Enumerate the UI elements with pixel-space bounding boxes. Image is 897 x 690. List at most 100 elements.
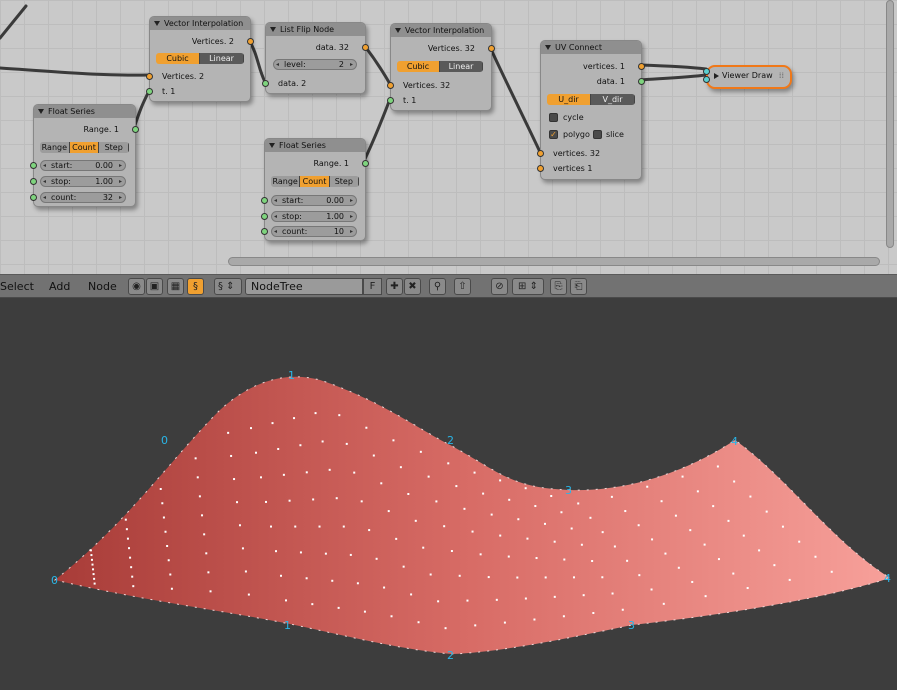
paste-nodes-icon[interactable]: ⎗ bbox=[570, 278, 587, 295]
input-socket-vertices[interactable] bbox=[387, 82, 394, 89]
snap-icon[interactable]: ⊘ bbox=[491, 278, 508, 295]
menu-node[interactable]: Node bbox=[88, 280, 117, 293]
arrow-left-icon[interactable]: ◂ bbox=[274, 227, 277, 236]
collapse-triangle-icon[interactable] bbox=[269, 143, 275, 148]
input-socket-data[interactable] bbox=[262, 80, 269, 87]
u-dir-button[interactable]: U_dir bbox=[547, 94, 591, 105]
node-float-series-2[interactable]: Float Series Range. 1 Range Count Step ◂… bbox=[261, 138, 369, 241]
node-header[interactable]: Vector Interpolation bbox=[391, 24, 491, 37]
arrow-right-icon[interactable]: ▸ bbox=[119, 161, 122, 170]
mode-linear-button[interactable]: Linear bbox=[200, 53, 244, 64]
output-socket-vertices[interactable] bbox=[638, 63, 645, 70]
arrow-left-icon[interactable]: ◂ bbox=[43, 193, 46, 202]
vertical-scrollbar[interactable] bbox=[886, 0, 894, 248]
menu-add[interactable]: Add bbox=[49, 280, 70, 293]
input-socket-stop[interactable] bbox=[30, 178, 37, 185]
node-vector-interpolation-1[interactable]: Vector Interpolation Vertices. 2 Cubic L… bbox=[146, 16, 254, 102]
tree-name-field[interactable]: NodeTree bbox=[245, 278, 363, 295]
node-header[interactable]: List Flip Node bbox=[266, 23, 365, 36]
start-field[interactable]: ◂ start: 0.00 ▸ bbox=[271, 195, 357, 206]
mode-cubic-button[interactable]: Cubic bbox=[397, 61, 440, 72]
unlink-tree-icon[interactable]: ✖ bbox=[404, 278, 421, 295]
input-socket-count[interactable] bbox=[30, 194, 37, 201]
arrow-right-icon[interactable]: ▸ bbox=[119, 177, 122, 186]
input-socket-start[interactable] bbox=[30, 162, 37, 169]
arrow-left-icon[interactable]: ◂ bbox=[276, 60, 279, 69]
mode-cubic-button[interactable]: Cubic bbox=[156, 53, 200, 64]
arrow-right-icon[interactable]: ▸ bbox=[350, 227, 353, 236]
count-field[interactable]: ◂ count: 10 ▸ bbox=[271, 226, 357, 237]
input-socket-vertices[interactable] bbox=[537, 165, 544, 172]
arrow-left-icon[interactable]: ◂ bbox=[43, 177, 46, 186]
input-socket-vertices[interactable] bbox=[537, 150, 544, 157]
count-field[interactable]: ◂ count: 32 ▸ bbox=[40, 192, 126, 203]
texture-tree-icon[interactable]: ▦ bbox=[167, 278, 184, 295]
collapse-triangle-icon[interactable] bbox=[395, 28, 401, 33]
series-mode-toggle[interactable]: Range Count Step bbox=[40, 142, 129, 153]
collapse-triangle-icon[interactable] bbox=[270, 27, 276, 32]
mode-count-button[interactable]: Count bbox=[69, 142, 100, 153]
start-field[interactable]: ◂ start: 0.00 ▸ bbox=[40, 160, 126, 171]
output-socket-vertices[interactable] bbox=[488, 45, 495, 52]
output-socket-range[interactable] bbox=[132, 126, 139, 133]
slice-checkbox[interactable] bbox=[593, 130, 602, 139]
mode-step-button[interactable]: Step bbox=[99, 142, 129, 153]
node-float-series-1[interactable]: Float Series Range. 1 Range Count Step ◂… bbox=[30, 104, 139, 207]
output-socket-data[interactable] bbox=[638, 78, 645, 85]
grip-icon[interactable]: ⁞⁞ bbox=[779, 71, 784, 80]
input-socket-start[interactable] bbox=[261, 197, 268, 204]
output-socket-data[interactable] bbox=[362, 44, 369, 51]
arrow-left-icon[interactable]: ◂ bbox=[43, 161, 46, 170]
input-socket-vertices[interactable] bbox=[146, 73, 153, 80]
stop-field[interactable]: ◂ stop: 1.00 ▸ bbox=[271, 211, 357, 222]
output-socket-vertices[interactable] bbox=[247, 38, 254, 45]
node-viewer-draw[interactable]: Viewer Draw ⁞⁞ bbox=[703, 65, 792, 89]
mode-range-button[interactable]: Range bbox=[271, 176, 301, 187]
input-socket-t[interactable] bbox=[146, 88, 153, 95]
input-socket-edges-polygons[interactable] bbox=[703, 76, 710, 83]
compositing-tree-icon[interactable]: ▣ bbox=[146, 278, 163, 295]
node-list-flip[interactable]: List Flip Node data. 32 ◂ level: 2 ▸ dat… bbox=[262, 22, 369, 94]
mode-count-button[interactable]: Count bbox=[300, 176, 330, 187]
arrow-left-icon[interactable]: ◂ bbox=[274, 212, 277, 221]
arrow-left-icon[interactable]: ◂ bbox=[274, 196, 277, 205]
direction-toggle[interactable]: U_dir V_dir bbox=[547, 94, 635, 105]
node-vector-interpolation-2[interactable]: Vector Interpolation Vertices. 32 Cubic … bbox=[387, 23, 495, 111]
horizontal-scrollbar[interactable] bbox=[228, 257, 880, 266]
interpolation-mode-toggle[interactable]: Cubic Linear bbox=[156, 53, 244, 64]
collapse-triangle-icon[interactable] bbox=[38, 109, 44, 114]
node-uv-connect[interactable]: UV Connect vertices. 1 data. 1 U_dir V_d… bbox=[537, 40, 645, 180]
input-socket-vertices[interactable] bbox=[703, 68, 710, 75]
level-field[interactable]: ◂ level: 2 ▸ bbox=[273, 59, 357, 70]
pin-icon[interactable]: ⚲ bbox=[429, 278, 446, 295]
expand-triangle-icon[interactable] bbox=[714, 73, 719, 79]
output-socket-range[interactable] bbox=[362, 160, 369, 167]
arrow-right-icon[interactable]: ▸ bbox=[350, 212, 353, 221]
node-header[interactable]: Vector Interpolation bbox=[150, 17, 250, 30]
mode-step-button[interactable]: Step bbox=[329, 176, 359, 187]
arrow-right-icon[interactable]: ▸ bbox=[350, 60, 353, 69]
shader-tree-icon[interactable]: ◉ bbox=[128, 278, 145, 295]
tree-browse-icon[interactable]: § ⇕ bbox=[214, 278, 242, 295]
interpolation-mode-toggle[interactable]: Cubic Linear bbox=[397, 61, 483, 72]
v-dir-button[interactable]: V_dir bbox=[591, 94, 635, 105]
sverchok-tree-icon[interactable]: § bbox=[187, 278, 204, 295]
collapse-triangle-icon[interactable] bbox=[545, 45, 551, 50]
menu-select[interactable]: Select bbox=[0, 280, 34, 293]
node-editor-canvas[interactable]: Vector Interpolation Vertices. 2 Cubic L… bbox=[0, 0, 897, 274]
snap-element-icon[interactable]: ⊞ ⇕ bbox=[512, 278, 544, 295]
copy-nodes-icon[interactable]: ⎘ bbox=[550, 278, 567, 295]
series-mode-toggle[interactable]: Range Count Step bbox=[271, 176, 359, 187]
input-socket-t[interactable] bbox=[387, 97, 394, 104]
node-header[interactable]: Float Series bbox=[265, 139, 365, 152]
collapse-triangle-icon[interactable] bbox=[154, 21, 160, 26]
add-tree-icon[interactable]: ✚ bbox=[386, 278, 403, 295]
3d-viewport[interactable]: 1 0 2 3 4 0 1 2 3 4 bbox=[0, 298, 897, 690]
node-header[interactable]: UV Connect bbox=[541, 41, 641, 54]
parent-tree-icon[interactable]: ⇧ bbox=[454, 278, 471, 295]
mode-range-button[interactable]: Range bbox=[40, 142, 70, 153]
fake-user-button[interactable]: F bbox=[363, 278, 382, 295]
stop-field[interactable]: ◂ stop: 1.00 ▸ bbox=[40, 176, 126, 187]
polygo-checkbox[interactable]: ✓ bbox=[549, 130, 558, 139]
input-socket-stop[interactable] bbox=[261, 213, 268, 220]
